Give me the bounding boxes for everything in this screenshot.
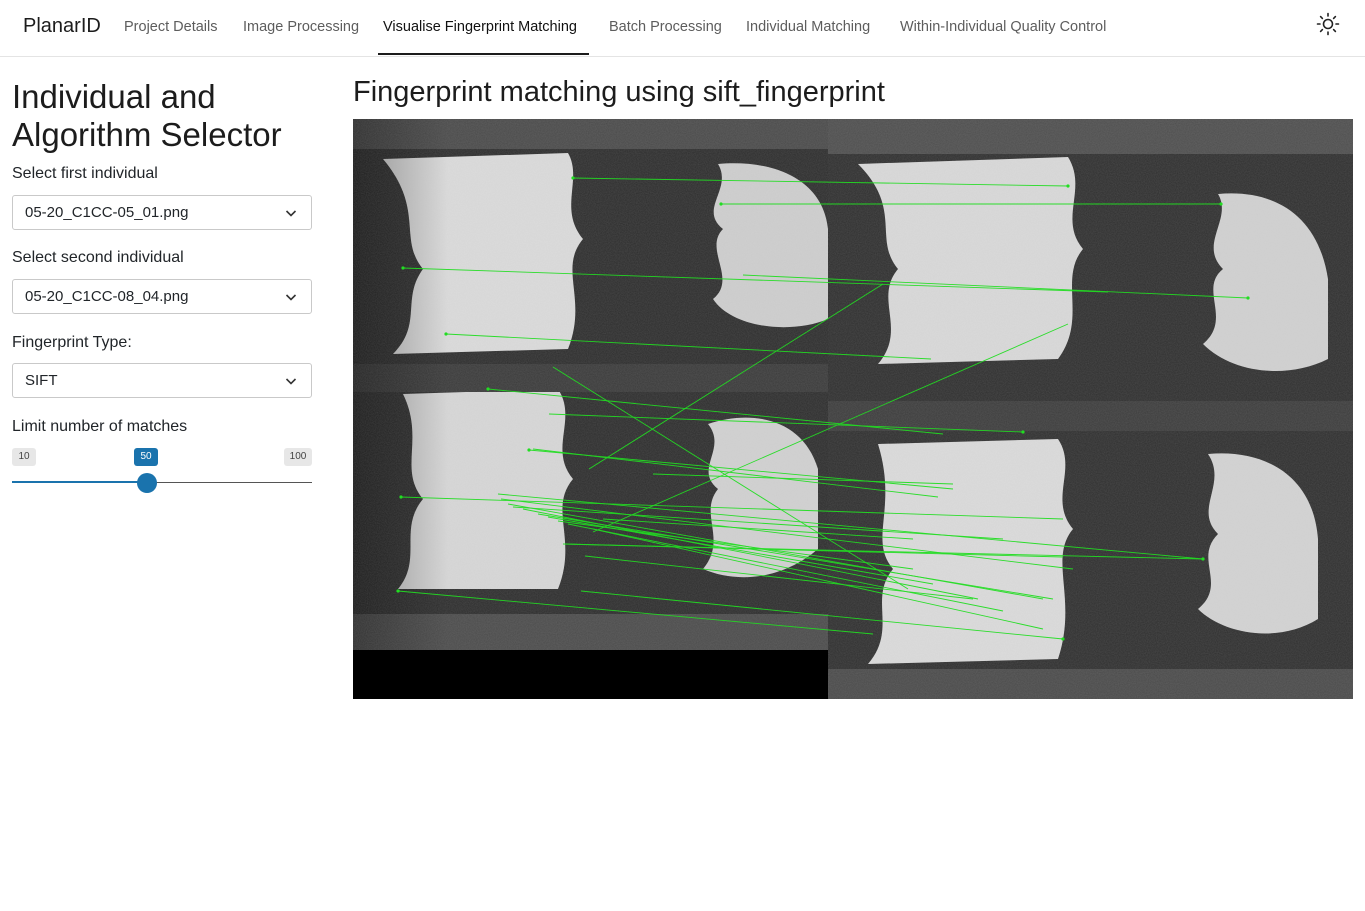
sidebar-title: Individual and Algorithm Selector: [12, 78, 312, 154]
slider-max-label: 100: [284, 448, 312, 466]
active-tab-indicator: [378, 53, 589, 55]
tab-image-processing[interactable]: Image Processing: [243, 19, 359, 35]
app-brand[interactable]: PlanarID: [23, 15, 101, 38]
fingerprint-match-image: [353, 119, 1353, 699]
page-title: Fingerprint matching using sift_fingerpr…: [353, 76, 885, 108]
match-limit-label: Limit number of matches: [12, 418, 188, 435]
tab-visualise-fingerprint-matching[interactable]: Visualise Fingerprint Matching: [383, 19, 577, 35]
first-individual-label: Select first individual: [12, 165, 158, 182]
tab-batch-processing[interactable]: Batch Processing: [609, 19, 722, 35]
tab-individual-matching[interactable]: Individual Matching: [746, 19, 870, 35]
tab-within-individual-quality-control[interactable]: Within-Individual Quality Control: [900, 19, 1106, 35]
chevron-down-icon: [285, 294, 297, 301]
second-individual-value: 05-20_C1CC-08_04.png: [25, 288, 189, 305]
sidebar-title-line1: Individual and: [12, 78, 216, 115]
chevron-down-icon: [285, 378, 297, 385]
sidebar-title-line2: Algorithm Selector: [12, 116, 282, 153]
match-limit-slider-handle[interactable]: [137, 473, 157, 493]
match-limit-slider-fill: [12, 481, 147, 483]
slider-value-label: 50: [134, 448, 158, 466]
left-image-padding: [353, 650, 828, 699]
sun-icon[interactable]: [1316, 12, 1340, 36]
fingerprint-type-label: Fingerprint Type:: [12, 334, 132, 351]
second-individual-select[interactable]: 05-20_C1CC-08_04.png: [12, 279, 312, 314]
fingerprint-type-value: SIFT: [25, 372, 58, 389]
slider-min-label: 10: [12, 448, 36, 466]
first-individual-select[interactable]: 05-20_C1CC-05_01.png: [12, 195, 312, 230]
tab-project-details[interactable]: Project Details: [124, 19, 217, 35]
first-individual-value: 05-20_C1CC-05_01.png: [25, 204, 189, 221]
top-navbar: PlanarID Project Details Image Processin…: [0, 0, 1365, 57]
second-individual-label: Select second individual: [12, 249, 184, 266]
fingerprint-type-select[interactable]: SIFT: [12, 363, 312, 398]
chevron-down-icon: [285, 210, 297, 217]
